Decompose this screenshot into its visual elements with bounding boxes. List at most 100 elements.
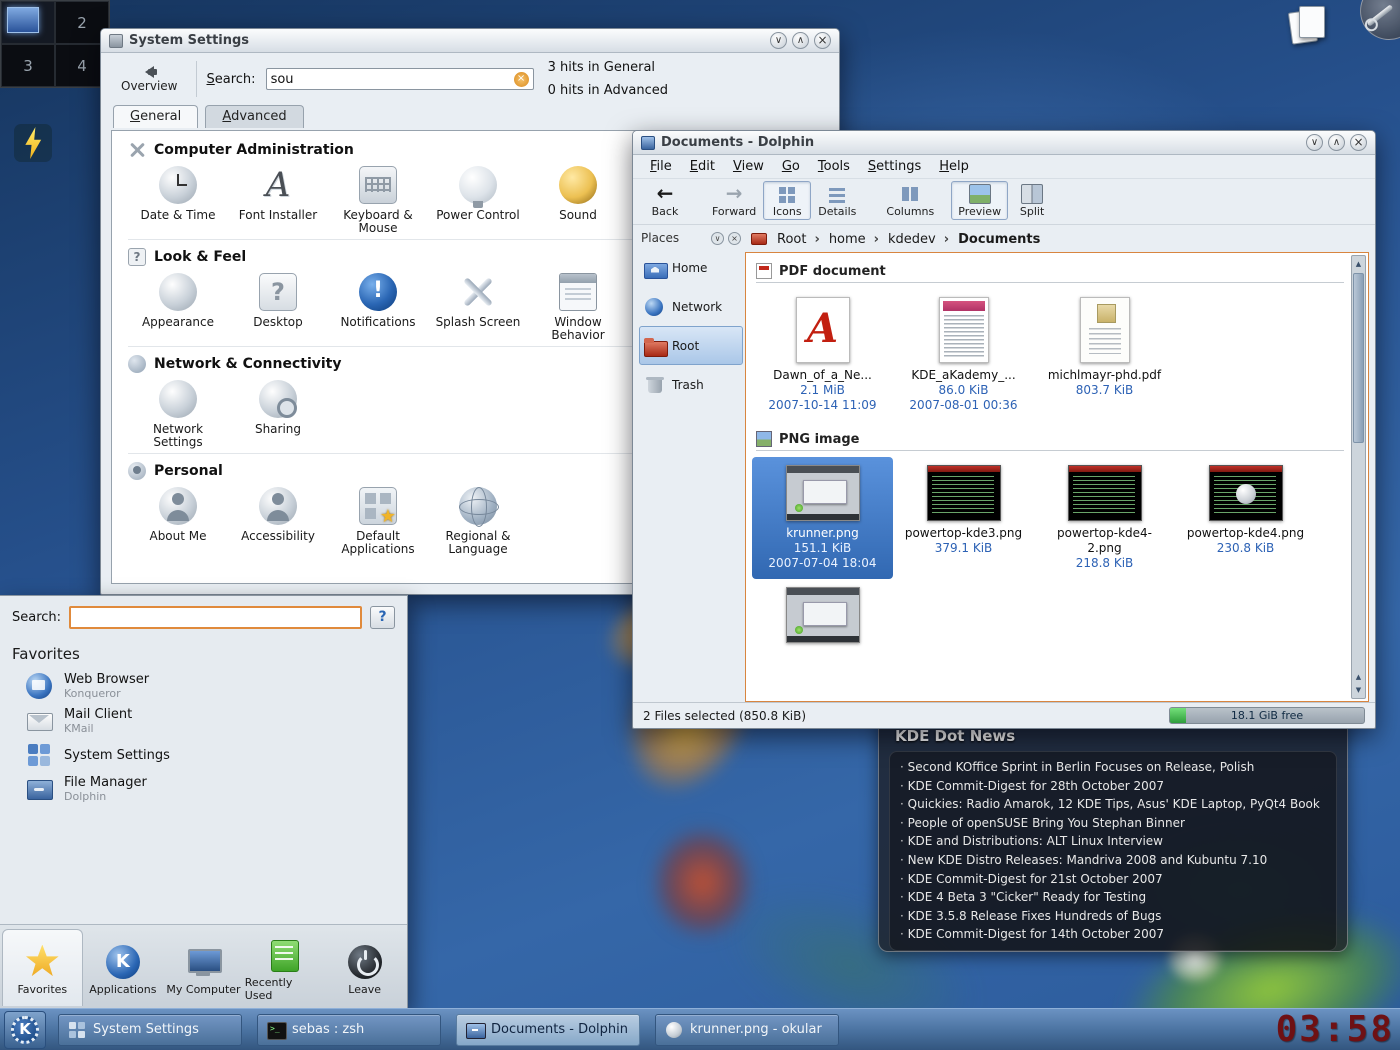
control-module[interactable]: Date & Time [128, 166, 228, 222]
file-view[interactable]: PDF document Dawn_of_a_Ne... 2.1 MiB [745, 252, 1369, 702]
settings-tab[interactable]: Advanced [205, 105, 303, 128]
scrollbar[interactable]: ▲ ▲ ▼ [1351, 255, 1366, 699]
taskbar-clock[interactable]: 03:58 [1276, 1010, 1396, 1050]
control-module[interactable]: Splash Screen [428, 273, 528, 329]
news-item[interactable]: KDE and Distributions: ALT Linux Intervi… [900, 832, 1326, 851]
news-item[interactable]: KDE 3.5.8 Release Fixes Hundreds of Bugs [900, 907, 1326, 926]
titlebar[interactable]: System Settings [101, 29, 839, 53]
control-module[interactable]: Sharing [228, 380, 328, 436]
shade-button[interactable] [1306, 134, 1323, 151]
control-module[interactable]: Sound [528, 166, 628, 222]
kickoff-tab[interactable]: My Computer [163, 929, 244, 1006]
control-module[interactable]: Appearance [128, 273, 228, 329]
toolbar-button[interactable]: Back [641, 181, 689, 220]
kickoff-search-input[interactable] [69, 606, 362, 629]
news-item[interactable]: Second KOffice Sprint in Berlin Focuses … [900, 758, 1326, 777]
news-item[interactable]: New KDE Distro Releases: Mandriva 2008 a… [900, 851, 1326, 870]
maximize-button[interactable] [792, 32, 809, 49]
control-module[interactable]: About Me [128, 487, 228, 543]
file-item[interactable]: michlmayr-phd.pdf 803.7 KiB [1034, 289, 1175, 421]
scroll-up-icon[interactable]: ▲ [1352, 670, 1365, 684]
places-item[interactable]: Network [639, 287, 743, 326]
pager-desktop-cell[interactable]: 1 [1, 1, 55, 44]
settings-tab[interactable]: General [113, 105, 198, 128]
kickoff-tab[interactable]: Favorites [2, 929, 83, 1006]
clear-search-icon[interactable] [514, 72, 529, 87]
control-module[interactable]: Power Control [428, 166, 528, 222]
group-divider [756, 450, 1344, 451]
news-item[interactable]: KDE Commit-Digest for 28th October 2007 [900, 777, 1326, 796]
taskbar-task[interactable]: krunner.png - okular [655, 1014, 839, 1046]
places-item[interactable]: Trash [639, 365, 743, 404]
file-item[interactable] [752, 579, 893, 656]
control-module[interactable]: Desktop [228, 273, 328, 329]
favorite-item[interactable]: Web Browser Konqueror [0, 669, 407, 704]
toolbar-button[interactable]: Split [1008, 181, 1056, 220]
places-item[interactable]: Root [639, 326, 743, 365]
breadcrumb-segment[interactable]: home [810, 232, 869, 247]
control-module[interactable]: Keyboard & Mouse [328, 166, 428, 235]
control-module[interactable]: Accessibility [228, 487, 328, 543]
file-item[interactable]: powertop-kde3.png 379.1 KiB [893, 457, 1034, 579]
menu-item[interactable]: Help [930, 156, 978, 177]
close-button[interactable] [814, 32, 831, 49]
maximize-button[interactable] [1328, 134, 1345, 151]
news-item[interactable]: KDE Commit-Digest for 14th October 2007 [900, 925, 1326, 944]
menu-item[interactable]: Settings [859, 156, 930, 177]
control-module[interactable]: Font Installer [228, 166, 328, 222]
panel-close-button[interactable] [728, 232, 741, 245]
news-item[interactable]: KDE Commit-Digest for 21st October 2007 [900, 870, 1326, 889]
control-module[interactable]: Default Applications [328, 487, 428, 556]
news-item[interactable]: KDE 4 Beta 3 "Cicker" Ready for Testing [900, 888, 1326, 907]
menu-item[interactable]: File [641, 156, 681, 177]
news-item[interactable]: Quickies: Radio Amarok, 12 KDE Tips, Asu… [900, 795, 1326, 814]
breadcrumb-segment[interactable]: Documents [940, 232, 1045, 247]
titlebar[interactable]: Documents - Dolphin [633, 131, 1375, 155]
file-item[interactable]: krunner.png 151.1 KiB 2007-07-04 18:04 [752, 457, 893, 579]
places-item[interactable]: Home [639, 248, 743, 287]
news-item[interactable]: People of openSUSE Bring You Stephan Bin… [900, 814, 1326, 833]
toolbar-button[interactable]: Preview [951, 181, 1008, 220]
panel-float-button[interactable] [711, 232, 724, 245]
control-module[interactable]: Network Settings [128, 380, 228, 449]
help-button[interactable]: ? [370, 606, 395, 629]
kmenu-button[interactable] [4, 1011, 46, 1049]
battery-widget[interactable] [14, 124, 52, 162]
favorite-item[interactable]: System Settings [0, 739, 407, 772]
toolbar-button[interactable]: Forward [705, 181, 763, 220]
breadcrumb-segment[interactable]: kdedev [870, 232, 940, 247]
control-module[interactable]: Window Behavior [528, 273, 628, 342]
file-item[interactable]: powertop-kde4-2.png 218.8 KiB [1034, 457, 1175, 579]
scrollbar-thumb[interactable] [1353, 273, 1364, 443]
taskbar-task[interactable]: Documents - Dolphin [456, 1014, 640, 1046]
kickoff-tab[interactable]: Applications [83, 929, 164, 1006]
clipboard-pages-icon[interactable] [1290, 6, 1326, 44]
toolbar-button[interactable]: Columns [879, 181, 941, 220]
overview-button[interactable]: Overview [113, 63, 186, 95]
file-item[interactable]: powertop-kde4.png 230.8 KiB [1175, 457, 1316, 579]
shade-button[interactable] [770, 32, 787, 49]
menu-item[interactable]: Go [773, 156, 809, 177]
pager-desktop-cell[interactable]: 3 [1, 44, 55, 87]
menu-item[interactable]: Tools [809, 156, 859, 177]
breadcrumb-segment[interactable]: Root [773, 232, 810, 247]
toolbar-button[interactable]: Icons [763, 181, 811, 220]
taskbar-task[interactable]: sebas : zsh [257, 1014, 441, 1046]
desktop-pager[interactable]: 1 2 3 4 [0, 0, 110, 88]
favorite-item[interactable]: Mail Client KMail [0, 704, 407, 739]
menu-item[interactable]: Edit [681, 156, 724, 177]
file-item[interactable]: KDE_aKademy_... 86.0 KiB 2007-08-01 00:3… [893, 289, 1034, 421]
favorite-item[interactable]: File Manager Dolphin [0, 772, 407, 807]
file-item[interactable]: Dawn_of_a_Ne... 2.1 MiB 2007-10-14 11:09 [752, 289, 893, 421]
control-module[interactable]: Notifications [328, 273, 428, 329]
search-input[interactable]: sou [266, 68, 534, 90]
scroll-down-icon[interactable]: ▼ [1352, 683, 1365, 697]
taskbar-task[interactable]: System Settings [58, 1014, 242, 1046]
menu-item[interactable]: View [724, 156, 773, 177]
control-module[interactable]: Regional & Language [428, 487, 528, 556]
close-button[interactable] [1350, 134, 1367, 151]
kickoff-tab[interactable]: Leave [324, 929, 405, 1006]
scroll-up-icon[interactable]: ▲ [1352, 257, 1365, 271]
toolbar-button[interactable]: Details [811, 181, 863, 220]
kickoff-tab[interactable]: Recently Used [244, 929, 325, 1006]
